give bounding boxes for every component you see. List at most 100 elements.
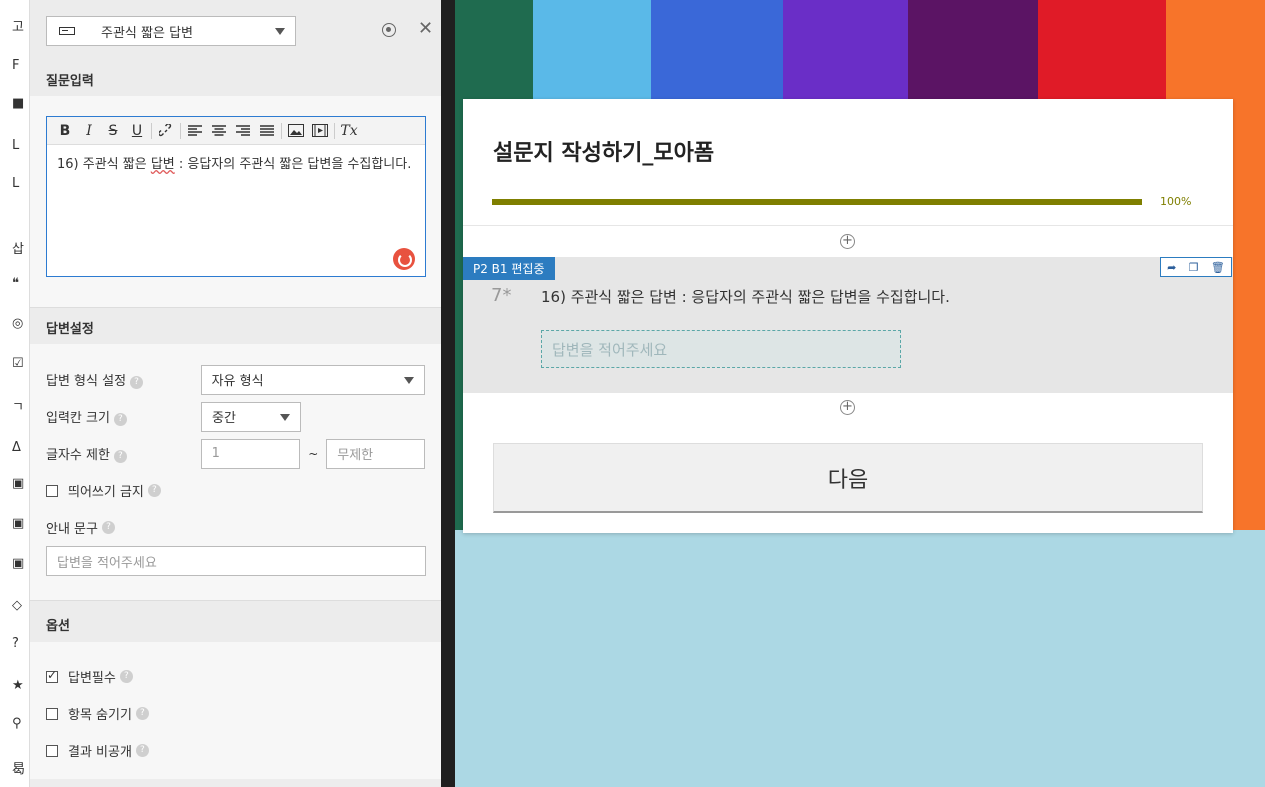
required-row: 답변필수?	[46, 658, 425, 695]
question-input-section: B I S U Tx 16) 주관식 짧은 답변 : 응답자의 주관식 짧은 답…	[30, 96, 441, 307]
answer-settings-section: 답변 형식 설정? 자유 형식 입력칸 크기? 중간 글자수 제한? 1 ~ 무…	[30, 344, 441, 600]
block-actions: ➦ ❐ 🗑	[1160, 257, 1232, 277]
sidebar-edge-glyph: F	[12, 58, 20, 73]
sidebar-edge-glyph: ☑	[12, 356, 24, 371]
sidebar-edge-glyph: ■	[12, 96, 25, 111]
help-icon[interactable]: ?	[147, 484, 161, 497]
no-spaces-row: 띄어쓰기 금지?	[46, 472, 425, 509]
input-size-row: 입력칸 크기? 중간	[46, 398, 425, 435]
hide-item-checkbox[interactable]	[46, 707, 58, 720]
close-icon[interactable]: ✕	[418, 20, 433, 38]
help-icon[interactable]: ?	[101, 521, 115, 534]
app-sidebar-edge: 고 F ■ L L 삽 ❝ ◎ ☑ ㄱ Δ ▣ ▣ ▣ ◇? ★ ⚲ 曷	[0, 0, 30, 787]
question-text-content[interactable]: 16) 주관식 짧은 답변 : 응답자의 주관식 짧은 답변을 수집합니다.	[47, 145, 425, 185]
image-icon[interactable]	[284, 120, 308, 142]
char-limit-max-input[interactable]: 무제한	[326, 438, 425, 469]
grammar-check-icon[interactable]	[393, 248, 415, 270]
private-result-label: 결과 비공개	[68, 745, 132, 760]
locate-icon[interactable]	[382, 23, 396, 37]
chevron-down-icon	[404, 376, 414, 384]
chevron-down-icon	[275, 28, 285, 35]
no-spaces-checkbox[interactable]	[46, 484, 58, 497]
sidebar-edge-glyph: ⚲	[12, 716, 22, 731]
help-icon[interactable]: ?	[113, 413, 127, 426]
progress-bar	[492, 199, 1142, 205]
answer-format-label: 답변 형식 설정?	[46, 370, 201, 389]
hide-item-row: 항목 숨기기?	[46, 695, 425, 732]
question-block[interactable]: P2 B1 편집중 ➦ ❐ 🗑 7* 16) 주관식 짧은 답변 : 응답자의 …	[463, 257, 1233, 393]
options-section: 답변필수? 항목 숨기기? 결과 비공개?	[30, 642, 441, 779]
help-icon[interactable]: ?	[113, 450, 127, 463]
strikethrough-button[interactable]: S	[101, 120, 125, 142]
sidebar-edge-glyph: ▣	[12, 516, 25, 531]
question-type-select[interactable]: 주관식 짧은 답변	[46, 16, 296, 46]
editor-toolbar: B I S U Tx	[47, 117, 425, 145]
link-icon[interactable]	[154, 120, 178, 142]
section-title-question-input: 질문입력	[30, 60, 441, 96]
align-right-icon[interactable]	[231, 120, 255, 142]
help-icon[interactable]: ?	[119, 670, 133, 683]
sidebar-edge-glyph: L	[12, 176, 20, 191]
no-spaces-label: 띄어쓰기 금지	[68, 485, 144, 500]
range-separator: ~	[308, 446, 319, 461]
sidebar-edge-glyph: L	[12, 138, 20, 153]
sidebar-edge-glyph: Δ	[12, 440, 21, 455]
rich-text-editor[interactable]: B I S U Tx 16) 주관식 짧은 답변 : 응답자의 주관식 짧은 답…	[46, 116, 426, 277]
answer-format-select[interactable]: 자유 형식	[200, 364, 425, 395]
sidebar-edge-glyph: ㄱ	[12, 400, 24, 415]
trash-icon[interactable]: 🗑	[1211, 261, 1225, 274]
italic-button[interactable]: I	[77, 120, 101, 142]
align-left-icon[interactable]	[183, 120, 207, 142]
video-icon[interactable]	[308, 120, 332, 142]
progress-text: 100%	[1160, 195, 1192, 208]
copy-icon[interactable]: ❐	[1189, 261, 1199, 274]
question-text-part: 16) 주관식 짧은	[57, 157, 151, 172]
divider	[463, 225, 1233, 226]
toolbar-divider	[180, 122, 181, 139]
guide-label-row: 안내 문구?	[46, 509, 425, 546]
answer-input[interactable]: 답변을 적어주세요	[541, 330, 901, 368]
sidebar-edge-glyph: 삽	[12, 242, 24, 257]
clear-format-button[interactable]: Tx	[337, 120, 361, 142]
question-text: 16) 주관식 짧은 답변 : 응답자의 주관식 짧은 답변을 수집합니다.	[541, 288, 950, 306]
question-type-label: 주관식 짧은 답변	[101, 25, 193, 41]
help-icon[interactable]: ?	[130, 376, 144, 389]
input-size-select[interactable]: 중간	[201, 401, 301, 432]
input-size-label: 입력칸 크기?	[46, 407, 201, 426]
question-number: 7*	[491, 285, 512, 306]
section-title-answer-settings: 답변설정	[30, 308, 441, 344]
sidebar-edge-glyph: ◇	[12, 598, 22, 613]
sidebar-edge-glyph: ❝	[12, 276, 19, 291]
guide-text-input[interactable]: 답변을 적어주세요	[46, 546, 426, 576]
help-icon[interactable]: ?	[135, 707, 149, 720]
private-result-checkbox[interactable]	[46, 744, 58, 757]
form-preview-card: 설문지 작성하기_모아폼 100% + P2 B1 편집중 ➦ ❐ 🗑 7* 1…	[463, 99, 1233, 533]
hide-item-label: 항목 숨기기	[68, 708, 132, 723]
required-checkbox[interactable]	[46, 668, 58, 683]
align-justify-icon[interactable]	[255, 120, 279, 142]
sidebar-edge-glyph: 曷	[12, 762, 26, 777]
add-block-icon[interactable]: +	[840, 400, 855, 415]
bold-button[interactable]: B	[53, 120, 77, 142]
short-answer-icon	[59, 27, 75, 35]
align-center-icon[interactable]	[207, 120, 231, 142]
sidebar-edge-glyph: ?	[12, 636, 19, 651]
form-title: 설문지 작성하기_모아폼	[493, 141, 715, 166]
required-label: 답변필수	[68, 671, 116, 686]
sidebar-edge-glyph: ★	[12, 678, 24, 693]
question-text-misspelled: 답변	[150, 157, 175, 172]
char-limit-min-input[interactable]: 1	[200, 438, 301, 469]
share-icon[interactable]: ➦	[1167, 261, 1176, 274]
add-block-icon[interactable]: +	[840, 234, 855, 249]
help-icon[interactable]: ?	[135, 744, 149, 757]
next-button[interactable]: 다음	[493, 443, 1203, 513]
progress-fill	[492, 199, 1142, 205]
toolbar-divider	[334, 122, 335, 139]
question-text-part: : 응답자의 주관식 짧은 답변을 수집합니다.	[174, 157, 412, 172]
answer-format-row: 답변 형식 설정? 자유 형식	[46, 361, 425, 398]
editing-badge: P2 B1 편집중	[463, 257, 555, 280]
char-limit-label: 글자수 제한?	[46, 444, 201, 463]
underline-button[interactable]: U	[125, 120, 149, 142]
private-result-row: 결과 비공개?	[46, 732, 425, 769]
section-title-options: 옵션	[30, 601, 441, 642]
